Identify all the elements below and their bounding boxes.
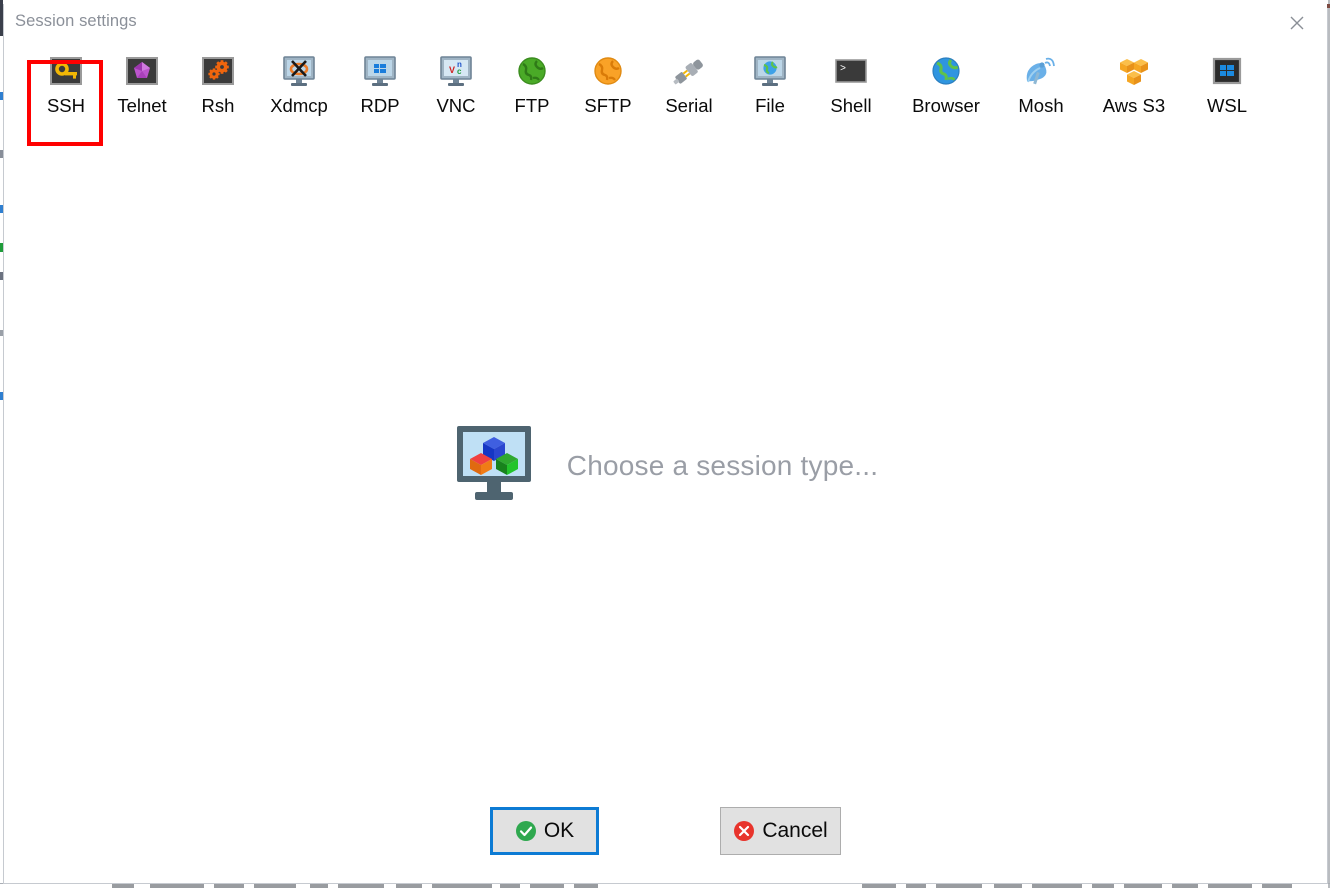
session-type-vnc[interactable]: V n c VNC [418,48,494,130]
session-type-ssh[interactable]: SSH [28,48,104,130]
vnc-monitor-icon: V n c [437,56,475,88]
terminal-prompt-icon: > [832,56,870,88]
session-type-label: SFTP [584,95,632,116]
session-type-telnet[interactable]: Telnet [104,48,180,130]
session-type-label: Shell [830,95,872,116]
close-x-icon [1289,15,1305,31]
serial-plug-icon [670,56,708,88]
ok-button[interactable]: OK [490,807,599,855]
session-type-label: Mosh [1018,95,1064,116]
session-type-label: Browser [912,95,980,116]
session-settings-dialog: Session settings SSH Telnet Rsh Xdmcp RD… [3,4,1330,884]
svg-text:c: c [457,67,462,76]
monitor-cubes-icon [453,424,535,507]
purple-gem-icon [123,56,161,88]
session-type-serial[interactable]: Serial [646,48,732,130]
session-type-label: File [755,95,785,116]
session-type-aws-s3[interactable]: Aws S3 [1084,48,1184,130]
svg-text:>: > [840,64,846,75]
ok-button-label: OK [543,819,575,842]
dialog-titlebar: Session settings [4,4,1327,42]
cancel-button-label: Cancel [762,819,828,842]
session-type-label: FTP [514,95,550,116]
dialog-title: Session settings [15,12,137,30]
cancel-button[interactable]: Cancel [720,807,841,855]
key-icon [47,56,85,88]
windows-monitor-icon [361,56,399,88]
close-button[interactable] [1277,9,1317,37]
globe-monitor-icon [751,56,789,88]
session-type-label: Serial [665,95,713,116]
session-type-toolbar: SSH Telnet Rsh Xdmcp RDP V n c VNC FTP S… [4,48,1327,148]
session-type-label: RDP [360,95,400,116]
green-globe-icon [513,56,551,88]
session-type-rdp[interactable]: RDP [342,48,418,130]
dialog-button-bar: OK Cancel [4,807,1327,855]
windows-logo-icon [1208,56,1246,88]
session-type-sftp[interactable]: SFTP [570,48,646,130]
session-type-wsl[interactable]: WSL [1184,48,1270,130]
session-type-label: Telnet [117,95,167,116]
session-type-shell[interactable]: > Shell [808,48,894,130]
session-type-label: Xdmcp [270,95,328,116]
x-window-monitor-icon [280,56,318,88]
red-x-icon [733,820,755,842]
session-type-label: WSL [1206,95,1248,116]
session-type-mosh[interactable]: Mosh [998,48,1084,130]
session-placeholder: Choose a session type... [4,424,1327,507]
session-type-ftp[interactable]: FTP [494,48,570,130]
session-type-rsh[interactable]: Rsh [180,48,256,130]
svg-text:V: V [449,65,455,75]
green-check-icon [515,820,537,842]
placeholder-text: Choose a session type... [566,449,879,481]
session-type-label: SSH [46,95,86,116]
session-type-xdmcp[interactable]: Xdmcp [256,48,342,130]
aws-cubes-icon [1115,56,1153,88]
session-type-file[interactable]: File [732,48,808,130]
session-type-label: VNC [436,95,476,116]
blue-globe-icon [927,56,965,88]
session-type-label: Rsh [201,95,235,116]
satellite-dish-icon [1022,56,1060,88]
orange-globe-icon [589,56,627,88]
orange-gears-icon [199,56,237,88]
session-type-browser[interactable]: Browser [894,48,998,130]
session-type-label: Aws S3 [1102,95,1166,116]
